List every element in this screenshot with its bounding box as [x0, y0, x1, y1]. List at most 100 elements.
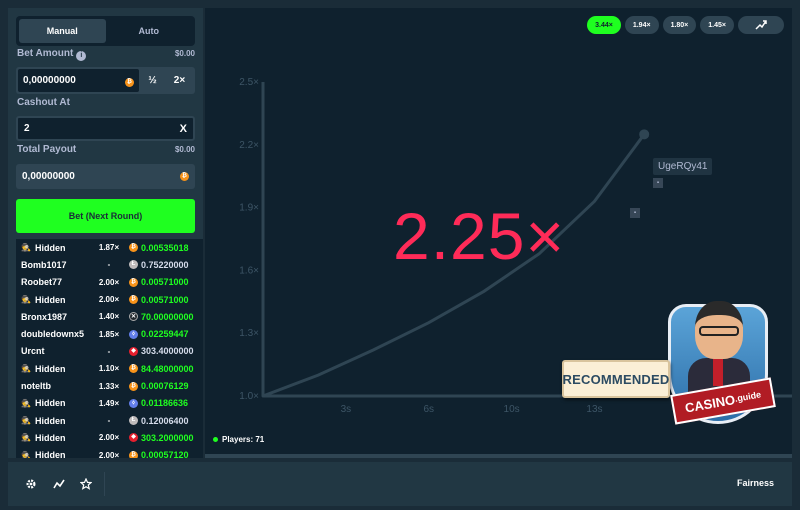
player-row[interactable]: doubledownx5 1.85× ⬨ 0.02259447 — [16, 325, 203, 342]
info-icon[interactable]: i — [76, 51, 87, 61]
hidden-user-icon: 🕵 — [21, 450, 31, 458]
bet-amount-label-text: Bet Amount — [17, 48, 74, 59]
fairness-link[interactable]: Fairness — [737, 478, 774, 488]
history-chip[interactable]: 1.80× — [662, 16, 697, 34]
player-payout: ⬨ 0.02259447 — [129, 329, 189, 339]
player-row[interactable]: 🕵 Hidden 1.10× ₿ 84.48000000 — [16, 360, 203, 377]
btc-icon: ₿ — [180, 172, 189, 181]
trend-icon[interactable] — [738, 16, 784, 34]
gear-icon[interactable] — [23, 476, 39, 492]
player-name: 🕵 Hidden — [21, 364, 89, 374]
mode-tabs: Manual Auto — [16, 16, 195, 46]
chart-icon[interactable] — [51, 476, 67, 492]
current-multiplier: 2.25× — [393, 199, 565, 273]
player-payout-value: 303.4000000 — [141, 346, 194, 357]
y-tick-label: 2.5× — [239, 77, 259, 88]
player-name: 🕵 Hidden — [21, 398, 89, 408]
player-name-text: Hidden — [34, 242, 66, 253]
tab-manual[interactable]: Manual — [19, 19, 106, 43]
player-name-text: Roobet77 — [21, 277, 63, 288]
player-row[interactable]: 🕵 Hidden - Ł 0.12006400 — [16, 412, 203, 429]
btc-icon: ₿ — [125, 78, 134, 87]
player-payout: Ł 0.12006400 — [129, 416, 189, 426]
player-payout-value: 0.01186636 — [141, 398, 189, 409]
player-payout-value: 0.00535018 — [141, 242, 189, 253]
mascot-glasses — [699, 326, 739, 336]
cashout-input[interactable]: 2X — [16, 116, 195, 141]
player-payout: ◆ 303.2000000 — [129, 433, 194, 443]
player-row[interactable]: Urcnt - ◆ 303.4000000 — [16, 343, 203, 360]
bet-amount-input[interactable]: 0,00000000 ₿ — [18, 69, 139, 92]
player-payout: ₿ 0.00571000 — [129, 277, 189, 287]
hidden-user-icon: 🕵 — [21, 398, 31, 408]
cashout-label: Cashout At — [17, 97, 70, 108]
progress-track — [205, 454, 792, 458]
player-payout: ✕ 70.00000000 — [129, 312, 194, 322]
player-payout-value: 84.48000000 — [141, 363, 194, 374]
bet-amount-value: 0,00000000 — [23, 75, 76, 86]
player-payout: ◆ 303.4000000 — [129, 346, 194, 356]
player-row[interactable]: 🕵 Hidden 1.49× ⬨ 0.01186636 — [16, 395, 203, 412]
player-name: 🕵 Hidden — [21, 450, 89, 458]
player-payout-value: 0.00571000 — [141, 277, 189, 288]
y-tick-label: 1.0× — [239, 391, 259, 402]
player-multiplier: 2.00× — [98, 277, 120, 287]
online-dot-icon — [213, 437, 218, 442]
player-name: Bomb1017 — [21, 260, 89, 270]
player-payout-value: 303.2000000 — [141, 432, 194, 443]
player-payout: ₿ 0.00535018 — [129, 243, 189, 253]
player-name-text: Hidden — [34, 432, 66, 443]
history-chip[interactable]: 1.94× — [624, 16, 659, 34]
half-bet-button[interactable]: ½ — [139, 69, 166, 92]
player-row[interactable]: 🕵 Hidden 1.87× ₿ 0.00535018 — [16, 239, 203, 256]
player-row[interactable]: 🕵 Hidden 2.00× ₿ 0.00571000 — [16, 291, 203, 308]
crash-game-app: Manual Auto Bet Amount i $0.00 0,00000000… — [0, 0, 800, 510]
player-multiplier: 1.85× — [98, 329, 120, 339]
player-name-text: Hidden — [34, 294, 66, 305]
players-count-text: Players: 71 — [222, 435, 265, 444]
trx-icon: ◆ — [129, 346, 138, 356]
player-payout: ₿ 0.00076129 — [129, 381, 189, 391]
double-bet-button[interactable]: 2× — [166, 69, 193, 92]
total-payout-value: 0,00000000 — [22, 171, 75, 182]
player-row[interactable]: Bronx1987 1.40× ✕ 70.00000000 — [16, 308, 203, 325]
bet-amount-row: 0,00000000 ₿ ½ 2× — [16, 67, 195, 94]
player-row[interactable]: noteltb 1.33× ₿ 0.00076129 — [16, 377, 203, 394]
player-multiplier: 1.10× — [98, 364, 120, 374]
player-row[interactable]: Roobet77 2.00× ₿ 0.00571000 — [16, 274, 203, 291]
player-payout-value: 0.00076129 — [141, 381, 189, 392]
player-multiplier: 1.33× — [98, 381, 120, 391]
player-multiplier: - — [107, 416, 111, 426]
player-name-text: Hidden — [34, 398, 66, 409]
player-row[interactable]: 🕵 Hidden 2.00× ◆ 303.2000000 — [16, 429, 203, 446]
footer-divider — [104, 472, 105, 496]
players-count: Players: 71 — [213, 435, 264, 444]
hidden-user-icon: 🕵 — [21, 433, 31, 443]
eth-icon: ⬨ — [129, 398, 138, 408]
player-payout-value: 0.02259447 — [141, 329, 189, 340]
ltc-icon: Ł — [129, 260, 138, 270]
x-tick-label: 6s — [423, 404, 434, 415]
xrp-icon: ✕ — [129, 312, 138, 322]
btc-icon: ₿ — [129, 277, 138, 287]
player-marker-icon: ▪ — [630, 208, 640, 218]
player-name-text: Urcnt — [21, 346, 45, 357]
bet-button[interactable]: Bet (Next Round) — [16, 199, 195, 233]
tab-auto[interactable]: Auto — [106, 19, 193, 43]
history-chip[interactable]: 3.44× — [587, 16, 621, 34]
trx-icon: ◆ — [129, 433, 138, 443]
player-row[interactable]: Bomb1017 - Ł 0.75220000 — [16, 256, 203, 273]
close-icon[interactable]: X — [180, 123, 187, 135]
x-tick-label: 10s — [504, 404, 520, 415]
player-payout: ₿ 0.00571000 — [129, 295, 189, 305]
y-tick-label: 2.2× — [239, 140, 259, 151]
player-name: Roobet77 — [21, 277, 89, 287]
history-chip[interactable]: 1.45× — [700, 16, 734, 34]
player-name-text: Hidden — [34, 450, 66, 458]
btc-icon: ₿ — [129, 381, 138, 391]
y-tick-label: 1.3× — [239, 328, 259, 339]
player-row[interactable]: 🕵 Hidden 2.00× ₿ 0.00057120 — [16, 447, 203, 458]
total-payout-label: Total Payout — [17, 144, 77, 155]
ribbon-text: CASINO — [683, 391, 737, 416]
star-icon[interactable] — [78, 476, 94, 492]
